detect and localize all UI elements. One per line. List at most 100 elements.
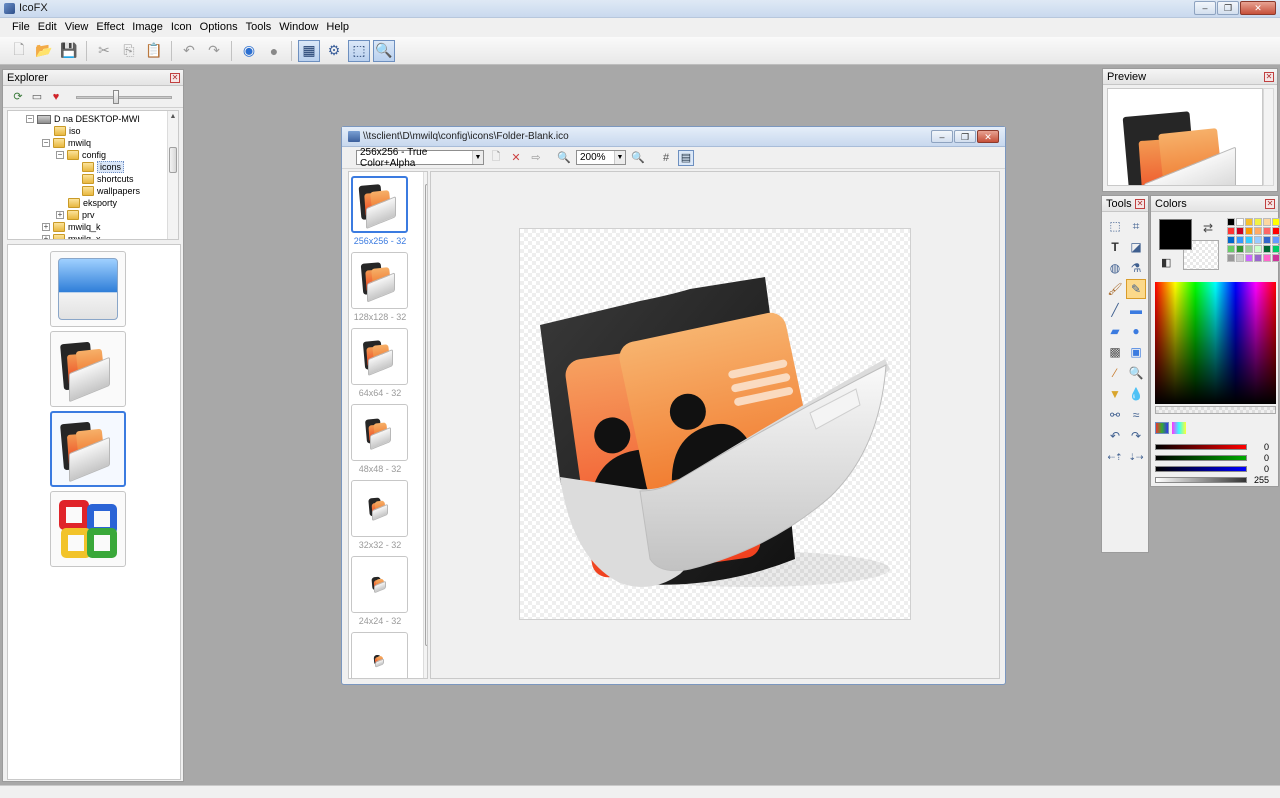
collapse-icon[interactable]: − bbox=[56, 151, 64, 159]
editing-canvas[interactable] bbox=[430, 171, 1000, 679]
smudge-icon[interactable]: ≈ bbox=[1126, 405, 1146, 425]
format-item[interactable]: 64x64 - 32 bbox=[351, 328, 409, 398]
menu-effect[interactable]: Effect bbox=[92, 18, 128, 37]
palette-swatch[interactable] bbox=[1236, 245, 1244, 253]
pencil-icon[interactable]: ✎ bbox=[1126, 279, 1146, 299]
format-item[interactable]: 24x24 - 32 bbox=[351, 556, 409, 626]
redo-icon[interactable]: ↷ bbox=[203, 40, 225, 62]
close-icon[interactable]: ✕ bbox=[1265, 199, 1275, 209]
doc-minimize-button[interactable]: – bbox=[931, 130, 953, 143]
paste-icon[interactable]: 📋 bbox=[143, 40, 165, 62]
favorite-icon[interactable]: ♥ bbox=[49, 90, 63, 104]
line-icon[interactable]: ╱ bbox=[1105, 300, 1125, 320]
menu-edit[interactable]: Edit bbox=[34, 18, 61, 37]
tree-item[interactable]: − config bbox=[56, 149, 106, 161]
palette-swatch[interactable] bbox=[1263, 218, 1271, 226]
zoom-select[interactable]: 200% ▼ bbox=[576, 150, 626, 165]
palette-swatch[interactable] bbox=[1227, 245, 1235, 253]
doc-close-button[interactable]: ✕ bbox=[977, 130, 999, 143]
move-down-right-icon[interactable]: ⇣⇢ bbox=[1126, 447, 1146, 467]
palette-swatch[interactable] bbox=[1254, 218, 1262, 226]
grid-icon[interactable]: # bbox=[658, 150, 674, 166]
palette-swatch[interactable] bbox=[1245, 254, 1253, 262]
export-format-icon[interactable]: ⇨ bbox=[528, 150, 544, 166]
palette-swatch[interactable] bbox=[1254, 227, 1262, 235]
collapse-icon[interactable]: − bbox=[26, 115, 34, 123]
thumbnail-item[interactable] bbox=[50, 251, 126, 327]
select-icon[interactable]: ⬚ bbox=[1105, 216, 1125, 236]
color-palette[interactable] bbox=[1227, 218, 1280, 272]
palette-swatch[interactable] bbox=[1263, 245, 1271, 253]
cut-icon[interactable]: ✂ bbox=[93, 40, 115, 62]
formats-panel-icon[interactable]: ▤ bbox=[678, 149, 694, 166]
palette-swatch[interactable] bbox=[1227, 254, 1235, 262]
rgb-mode-icon[interactable] bbox=[1155, 422, 1169, 434]
red-slider[interactable]: 0 bbox=[1155, 442, 1276, 452]
refresh-icon[interactable]: ⟳ bbox=[11, 90, 25, 104]
menu-options[interactable]: Options bbox=[196, 18, 242, 37]
palette-swatch[interactable] bbox=[1272, 236, 1280, 244]
view-icon[interactable]: ▦ bbox=[298, 39, 320, 62]
menu-file[interactable]: File bbox=[8, 18, 34, 37]
capture-icon[interactable]: ⬚ bbox=[348, 39, 370, 62]
preview-scrollbar-vertical[interactable] bbox=[1263, 88, 1274, 186]
text-icon[interactable]: T bbox=[1105, 237, 1125, 257]
rotate-left-icon[interactable]: ↶ bbox=[1105, 426, 1125, 446]
palette-swatch[interactable] bbox=[1254, 245, 1262, 253]
sharpen-icon[interactable]: ⚯ bbox=[1105, 405, 1125, 425]
format-select[interactable]: 256x256 - True Color+Alpha ▼ bbox=[356, 147, 484, 169]
menu-icon[interactable]: Icon bbox=[167, 18, 196, 37]
zoom-out-icon[interactable]: 🔍 bbox=[556, 150, 572, 166]
menu-help[interactable]: Help bbox=[322, 18, 353, 37]
palette-swatch[interactable] bbox=[1236, 218, 1244, 226]
blur-icon[interactable]: 💧 bbox=[1126, 384, 1146, 404]
tree-scrollbar[interactable]: ▲ bbox=[167, 111, 178, 239]
palette-swatch[interactable] bbox=[1236, 236, 1244, 244]
palette-swatch[interactable] bbox=[1227, 227, 1235, 235]
expand-icon[interactable]: + bbox=[42, 235, 50, 239]
thumbnail-item[interactable] bbox=[50, 331, 126, 407]
palette-swatch[interactable] bbox=[1263, 236, 1271, 244]
crop-icon[interactable]: ⌗ bbox=[1126, 216, 1146, 236]
palette-swatch[interactable] bbox=[1263, 254, 1271, 262]
palette-swatch[interactable] bbox=[1236, 254, 1244, 262]
palette-swatch[interactable] bbox=[1272, 245, 1280, 253]
tree-item[interactable]: + mwilq_x bbox=[42, 233, 101, 239]
menu-window[interactable]: Window bbox=[275, 18, 322, 37]
new-icon[interactable]: 🗋 bbox=[8, 40, 30, 62]
brush-icon[interactable]: 🖌 bbox=[1105, 279, 1125, 299]
menu-view[interactable]: View bbox=[61, 18, 93, 37]
spray-icon[interactable]: ⚗ bbox=[1126, 258, 1146, 278]
menu-tools[interactable]: Tools bbox=[242, 18, 276, 37]
undo-icon[interactable]: ↶ bbox=[178, 40, 200, 62]
palette-swatch[interactable] bbox=[1227, 218, 1235, 226]
primary-color-swatch[interactable] bbox=[1159, 219, 1192, 250]
batch-icon[interactable]: ⚙ bbox=[323, 40, 345, 62]
alpha-strip[interactable] bbox=[1155, 406, 1276, 414]
zoom-icon[interactable]: 🔍 bbox=[373, 39, 395, 62]
close-icon[interactable]: ✕ bbox=[1264, 72, 1274, 82]
tree-item[interactable]: − mwilq bbox=[42, 137, 91, 149]
green-slider[interactable]: 0 bbox=[1155, 453, 1276, 463]
delete-format-icon[interactable]: ✕ bbox=[508, 150, 524, 166]
rounded-rectangle-icon[interactable]: ▰ bbox=[1105, 321, 1125, 341]
palette-swatch[interactable] bbox=[1227, 236, 1235, 244]
new-format-icon[interactable]: 🗋 bbox=[488, 150, 504, 166]
format-item[interactable]: 128x128 - 32 bbox=[351, 252, 409, 322]
shape-icon[interactable]: ▣ bbox=[1126, 342, 1146, 362]
tree-item[interactable]: + prv bbox=[56, 209, 95, 221]
tree-item[interactable]: eksporty bbox=[68, 197, 117, 209]
close-icon[interactable]: ✕ bbox=[1135, 199, 1145, 209]
ellipse-icon[interactable]: ● bbox=[1126, 321, 1146, 341]
thumbnail-item-selected[interactable] bbox=[50, 411, 126, 487]
save-icon[interactable]: 💾 bbox=[58, 40, 80, 62]
gradient-icon[interactable]: ▩ bbox=[1105, 342, 1125, 362]
copy-icon[interactable]: ⎘ bbox=[118, 40, 140, 62]
zoom-in-icon[interactable]: 🔍 bbox=[630, 150, 646, 166]
thumbnail-size-slider[interactable] bbox=[76, 89, 172, 104]
tree-item[interactable]: shortcuts bbox=[82, 173, 134, 185]
swap-colors-icon[interactable]: ⇄ bbox=[1203, 221, 1213, 235]
tree-item-selected[interactable]: icons bbox=[82, 161, 125, 173]
highlight-icon[interactable]: ▼ bbox=[1105, 384, 1125, 404]
reset-colors-icon[interactable]: ◧ bbox=[1161, 256, 1171, 269]
